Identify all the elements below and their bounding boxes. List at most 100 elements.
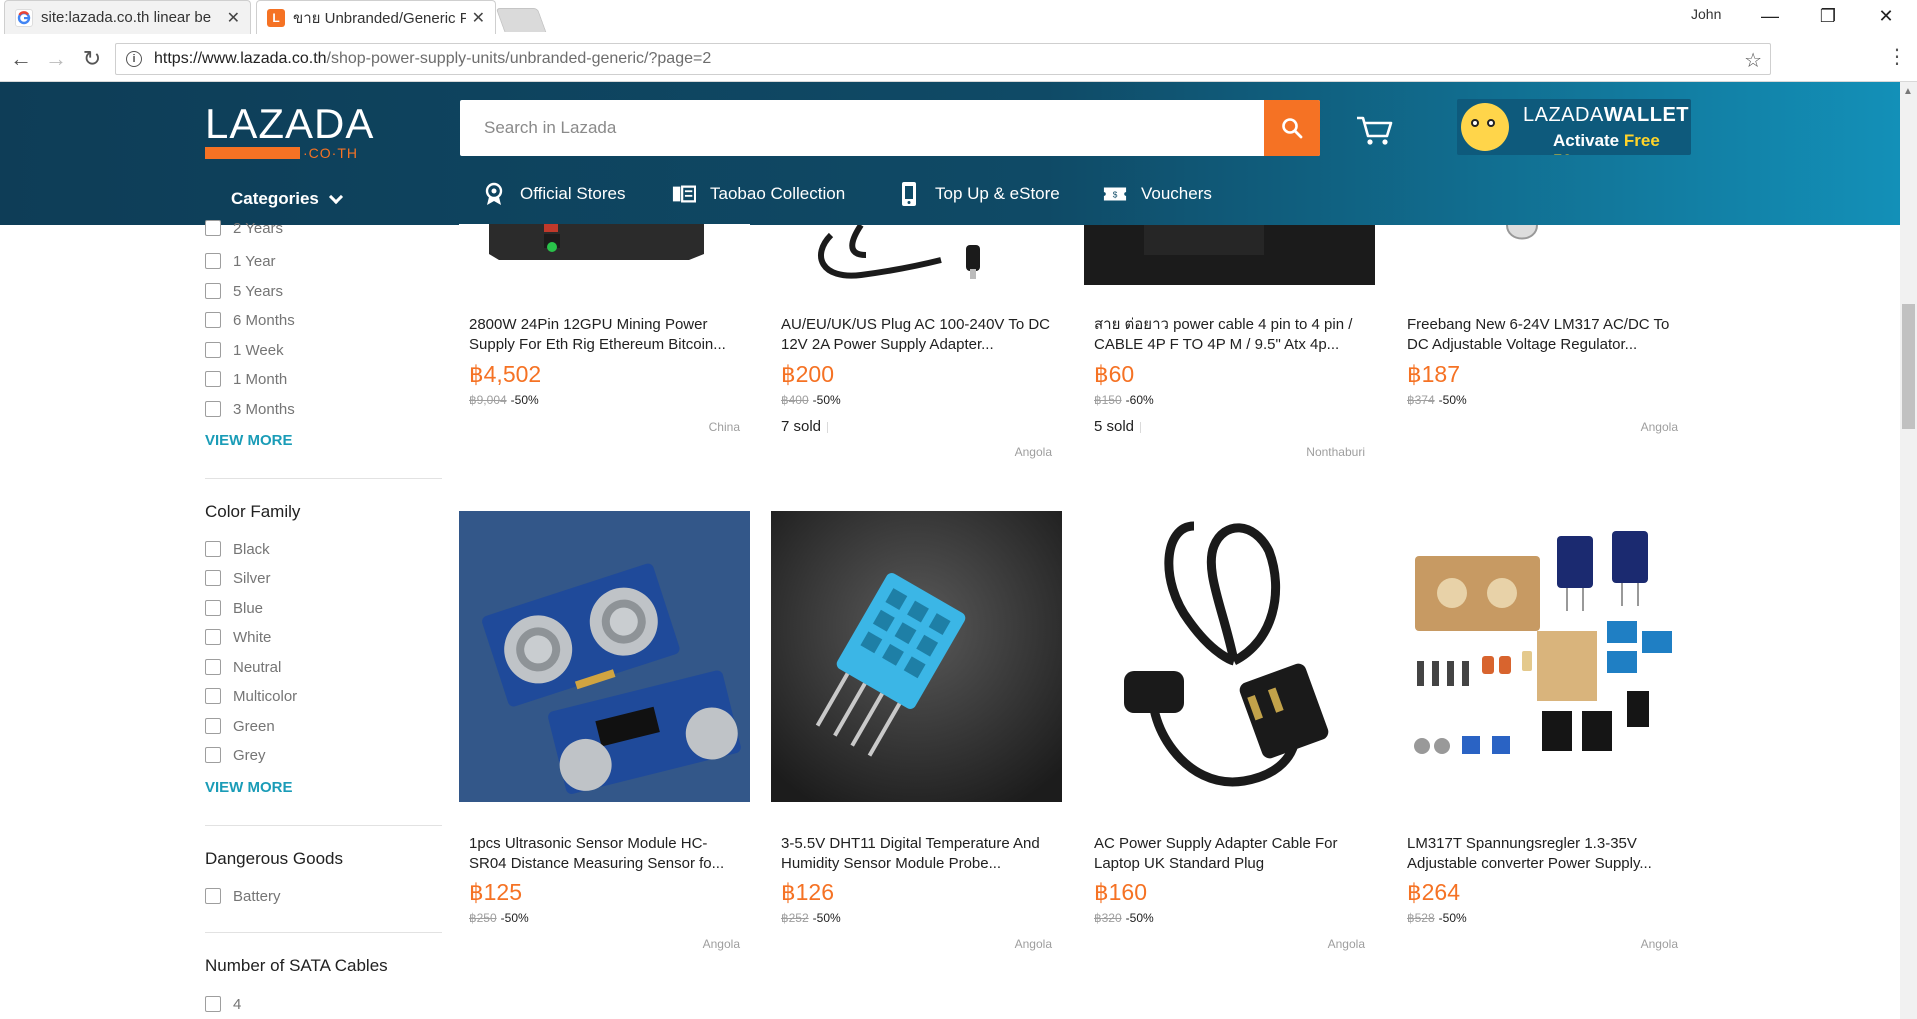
product-image[interactable] (771, 511, 1062, 802)
product-price: ฿187 (1407, 361, 1461, 387)
product-image[interactable] (1084, 511, 1375, 802)
product-title[interactable]: AU/EU/UK/US Plug AC 100-240V To DC 12V 2… (781, 315, 1055, 355)
product-title[interactable]: AC Power Supply Adapter Cable For Laptop… (1094, 834, 1368, 874)
filter-option-color[interactable]: Neutral (205, 658, 281, 676)
checkbox[interactable] (205, 342, 221, 358)
nav-label: Vouchers (1141, 184, 1212, 203)
categories-menu[interactable]: Categories (231, 189, 343, 209)
filter-option-sata-cables[interactable]: 4 (205, 995, 241, 1013)
cart-icon[interactable] (1355, 112, 1395, 148)
browser-tab-google-search[interactable]: site:lazada.co.th linear be ✕ (4, 0, 251, 34)
product-price: ฿264 (1407, 879, 1461, 905)
filter-option-color[interactable]: Grey (205, 746, 266, 764)
product-original-price: ฿250 -50% (469, 911, 529, 925)
checkbox[interactable] (205, 401, 221, 417)
forward-icon[interactable]: → (41, 44, 71, 74)
page-scrollbar[interactable]: ▲ (1900, 82, 1917, 1019)
discount-badge: -50% (1125, 911, 1154, 925)
checkbox[interactable] (205, 371, 221, 387)
product-original-price: ฿150 -60% (1094, 393, 1154, 407)
checkbox[interactable] (205, 659, 221, 675)
product-image[interactable] (1397, 225, 1688, 285)
filter-option-color[interactable]: White (205, 628, 271, 646)
checkbox[interactable] (205, 600, 221, 616)
product-title[interactable]: LM317T Spannungsregler 1.3-35V Adjustabl… (1407, 834, 1681, 874)
minimize-icon[interactable]: — (1746, 2, 1794, 30)
filter-option-color[interactable]: Multicolor (205, 687, 297, 705)
wallet-mascot-icon (1461, 103, 1509, 151)
filter-option-warranty[interactable]: 3 Months (205, 400, 295, 418)
filter-option-warranty[interactable]: 1 Month (205, 370, 287, 388)
checkbox[interactable] (205, 888, 221, 904)
product-image[interactable] (459, 511, 750, 802)
product-image[interactable] (1397, 511, 1688, 802)
search-box (460, 100, 1320, 156)
product-price: ฿4,502 (469, 361, 542, 387)
search-button[interactable] (1264, 100, 1320, 156)
nav-top-up-estore[interactable]: Top Up & eStore (897, 182, 1060, 206)
checkbox[interactable] (205, 570, 221, 586)
filter-title-sata-cables: Number of SATA Cables (205, 956, 388, 975)
filter-option-warranty[interactable]: 5 Years (205, 282, 283, 300)
browser-menu-icon[interactable]: ⋮ (1887, 44, 1907, 69)
product-title[interactable]: 2800W 24Pin 12GPU Mining Power Supply Fo… (469, 315, 743, 355)
close-tab-icon[interactable]: ✕ (472, 8, 485, 28)
filter-option-color[interactable]: Silver (205, 569, 271, 587)
filter-option-warranty[interactable]: 1 Week (205, 341, 284, 359)
svg-text:$: $ (1113, 190, 1118, 200)
url-path: /shop-power-supply-units/unbranded-gener… (326, 50, 712, 67)
logo-text: LAZADA (205, 100, 375, 147)
view-more-warranty-link[interactable]: VIEW MORE (205, 432, 293, 449)
filter-option-color[interactable]: Green (205, 717, 275, 735)
filter-option-warranty[interactable]: 6 Months (205, 311, 295, 329)
nav-official-stores[interactable]: Official Stores (482, 182, 626, 206)
product-price: ฿160 (1094, 879, 1148, 905)
view-more-color-link[interactable]: VIEW MORE (205, 779, 293, 796)
browser-tab-lazada[interactable]: L ขาย Unbranded/Generic P ✕ (256, 0, 496, 34)
info-icon[interactable]: i (126, 51, 142, 67)
nav-vouchers[interactable]: $ Vouchers (1103, 182, 1212, 206)
back-icon[interactable]: ← (6, 44, 36, 74)
filter-option-color[interactable]: Black (205, 540, 270, 558)
checkbox[interactable] (205, 747, 221, 763)
product-title[interactable]: 3-5.5V DHT11 Digital Temperature And Hum… (781, 834, 1055, 874)
checkbox[interactable] (205, 541, 221, 557)
discount-badge: -50% (1438, 393, 1467, 407)
close-window-icon[interactable]: ✕ (1862, 2, 1910, 30)
filter-option-dangerous-goods[interactable]: Battery (205, 887, 281, 905)
close-tab-icon[interactable]: ✕ (227, 8, 240, 28)
product-image[interactable] (771, 225, 1062, 285)
product-image[interactable] (1084, 225, 1375, 285)
product-location: Angola (1640, 937, 1678, 951)
reload-icon[interactable]: ↻ (77, 44, 107, 74)
product-title[interactable]: สาย ต่อยาว power cable 4 pin to 4 pin / … (1094, 315, 1368, 355)
lazada-logo[interactable]: LAZADA ·CO·TH (205, 100, 375, 161)
product-original-price: ฿252 -50% (781, 911, 841, 925)
lazada-wallet-banner[interactable]: LAZADAWALLET Activate Free 50.- (1457, 99, 1691, 155)
checkbox[interactable] (205, 312, 221, 328)
checkbox[interactable] (205, 220, 221, 236)
profile-name[interactable]: John (1691, 6, 1721, 22)
checkbox[interactable] (205, 718, 221, 734)
filter-option-color[interactable]: Blue (205, 599, 263, 617)
nav-taobao-collection[interactable]: Taobao Collection (672, 182, 845, 206)
checkbox[interactable] (205, 253, 221, 269)
search-input[interactable] (460, 100, 1264, 156)
checkbox[interactable] (205, 629, 221, 645)
scroll-up-arrow-icon[interactable]: ▲ (1903, 86, 1913, 97)
bookmark-star-icon[interactable]: ☆ (1744, 48, 1762, 73)
filter-option-warranty[interactable]: 1 Year (205, 252, 276, 270)
checkbox[interactable] (205, 996, 221, 1012)
categories-label: Categories (231, 189, 319, 208)
restore-icon[interactable]: ❐ (1804, 2, 1852, 30)
product-location: Angola (1640, 420, 1678, 434)
product-image[interactable] (459, 224, 750, 291)
product-title[interactable]: Freebang New 6-24V LM317 AC/DC To DC Adj… (1407, 315, 1681, 355)
product-title[interactable]: 1pcs Ultrasonic Sensor Module HC-SR04 Di… (469, 834, 743, 874)
address-bar[interactable]: i https://www.lazada.co.th/shop-power-su… (115, 43, 1771, 75)
checkbox[interactable] (205, 688, 221, 704)
filter-option-warranty[interactable]: 2 Years (205, 219, 283, 237)
checkbox[interactable] (205, 283, 221, 299)
new-tab-button[interactable] (495, 8, 547, 32)
scrollbar-thumb[interactable] (1902, 304, 1915, 429)
